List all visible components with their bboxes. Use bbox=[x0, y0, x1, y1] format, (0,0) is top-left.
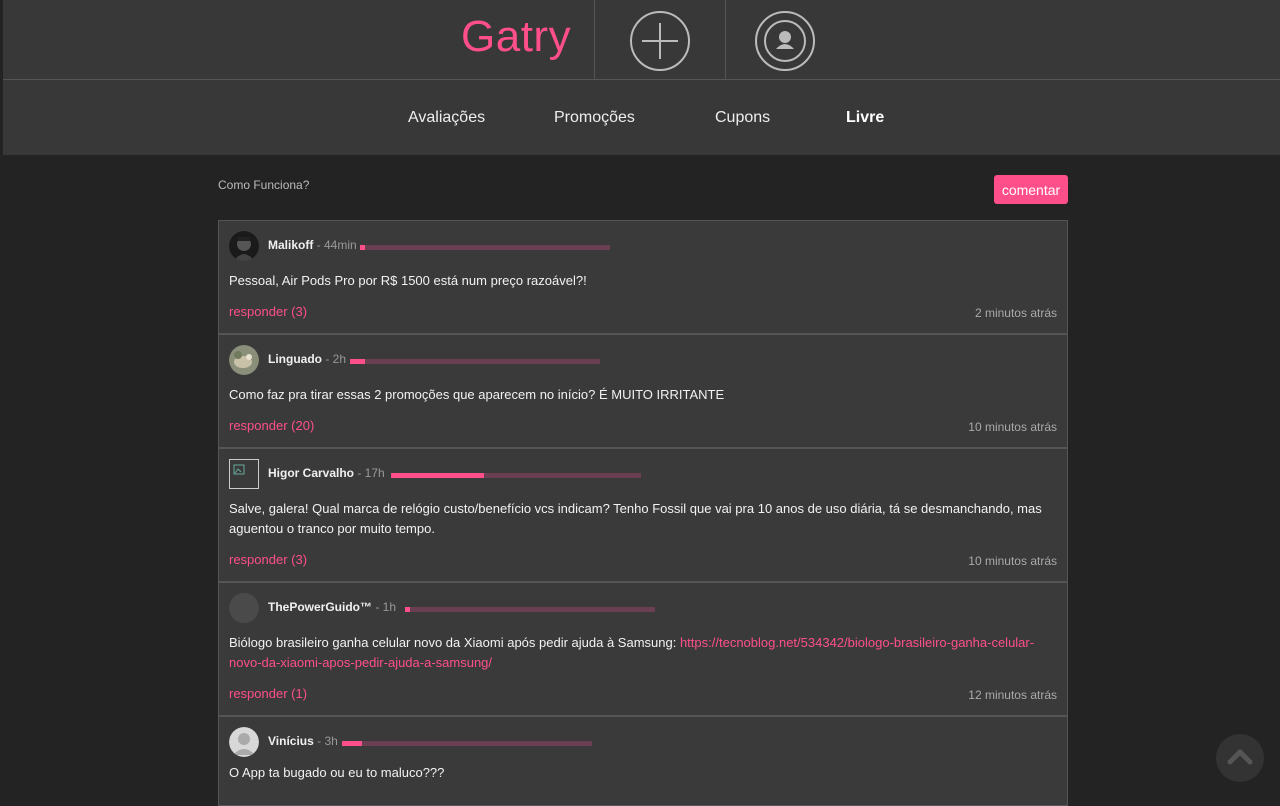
avatar[interactable] bbox=[229, 231, 259, 261]
username[interactable]: Malikoff - 44min bbox=[268, 238, 357, 252]
user-account-button[interactable] bbox=[755, 11, 815, 71]
reputation-bar bbox=[342, 741, 592, 746]
post-time: 12 minutos atrás bbox=[968, 688, 1057, 702]
nav-cupons[interactable]: Cupons bbox=[715, 109, 770, 127]
post-age: - 2h bbox=[322, 352, 347, 366]
reputation-bar bbox=[405, 607, 655, 612]
post-age: - 44min bbox=[313, 238, 357, 252]
username[interactable]: Linguado - 2h bbox=[268, 352, 346, 366]
reputation-bar bbox=[360, 245, 610, 250]
nav-avaliacoes[interactable]: Avaliações bbox=[408, 109, 485, 127]
post-age: - 3h bbox=[313, 734, 338, 748]
post-age: - 1h bbox=[372, 600, 397, 614]
how-it-works-link[interactable]: Como Funciona? bbox=[218, 178, 309, 192]
user-icon bbox=[764, 20, 806, 62]
post-card: ThePowerGuido™ - 1h Biólogo brasileiro g… bbox=[218, 582, 1068, 716]
post-time: 2 minutos atrás bbox=[974, 306, 1057, 320]
reply-link[interactable]: responder (3) bbox=[229, 304, 307, 319]
plus-icon bbox=[642, 23, 678, 59]
reply-link[interactable]: responder (1) bbox=[229, 686, 307, 701]
add-post-button[interactable] bbox=[630, 11, 690, 71]
post-text: Como faz pra tirar essas 2 promoções que… bbox=[229, 387, 725, 402]
post-text: Salve, galera! Qual marca de relógio cus… bbox=[229, 501, 1042, 536]
post-card: Vinícius - 3h O App ta bugado ou eu to m… bbox=[218, 716, 1068, 806]
post-age: - 17h bbox=[354, 466, 385, 480]
post-text: O App ta bugado ou eu to maluco??? bbox=[229, 765, 445, 780]
reply-link[interactable]: responder (20) bbox=[229, 418, 314, 433]
post-card: Higor Carvalho - 17h Salve, galera! Qual… bbox=[218, 448, 1068, 582]
post-time: 10 minutos atrás bbox=[968, 554, 1057, 568]
username[interactable]: Higor Carvalho - 17h bbox=[268, 466, 385, 480]
post-card: Malikoff - 44min Pessoal, Air Pods Pro p… bbox=[218, 220, 1068, 334]
logo[interactable]: Gatry bbox=[461, 12, 571, 62]
avatar[interactable] bbox=[229, 727, 259, 757]
reputation-bar bbox=[391, 473, 641, 478]
divider bbox=[725, 0, 726, 80]
top-bar: Gatry bbox=[3, 0, 1280, 80]
comment-button[interactable]: comentar bbox=[994, 175, 1068, 204]
avatar[interactable] bbox=[229, 593, 259, 623]
post-time: 10 minutos atrás bbox=[968, 420, 1057, 434]
scroll-to-top-button[interactable] bbox=[1216, 734, 1264, 782]
post-text: Pessoal, Air Pods Pro por R$ 1500 está n… bbox=[229, 273, 587, 288]
site-header: Gatry Avaliações Promoções Cupons Livre bbox=[3, 0, 1280, 155]
post-text: Biólogo brasileiro ganha celular novo da… bbox=[229, 635, 1035, 670]
username[interactable]: ThePowerGuido™ - 1h bbox=[268, 600, 396, 614]
divider bbox=[594, 0, 595, 80]
main-nav: Avaliações Promoções Cupons Livre bbox=[3, 81, 1280, 155]
chevron-up-icon bbox=[1227, 749, 1253, 765]
post-card: Linguado - 2h Como faz pra tirar essas 2… bbox=[218, 334, 1068, 448]
reply-link[interactable]: responder (3) bbox=[229, 552, 307, 567]
nav-livre[interactable]: Livre bbox=[846, 109, 884, 127]
reputation-bar bbox=[350, 359, 600, 364]
sub-bar: Como Funciona? comentar bbox=[218, 175, 1068, 206]
broken-image-icon[interactable] bbox=[229, 459, 259, 489]
username[interactable]: Vinícius - 3h bbox=[268, 734, 338, 748]
avatar[interactable] bbox=[229, 345, 259, 375]
nav-promocoes[interactable]: Promoções bbox=[554, 109, 635, 127]
